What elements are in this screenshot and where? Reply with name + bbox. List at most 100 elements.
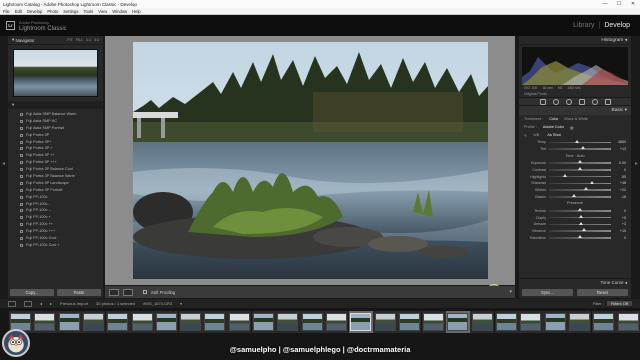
histogram-header[interactable]: Histogram ◂ (519, 36, 631, 45)
slider-value[interactable]: +22 (614, 188, 626, 192)
preset-item[interactable]: Fuji Portra 3P Portrait (20, 187, 103, 194)
preset-item[interactable]: Fuji Portra 3P +++ (20, 159, 103, 166)
menu-photo[interactable]: Photo (47, 9, 58, 14)
slider-knob[interactable] (562, 173, 567, 177)
slider-track[interactable] (549, 160, 611, 164)
filmstrip-thumbnail[interactable] (82, 313, 104, 331)
slider-track[interactable] (549, 167, 611, 171)
slider-knob[interactable] (581, 146, 586, 150)
filmstrip-thumbnail[interactable] (107, 313, 129, 331)
wb-eyedropper-icon[interactable]: ✎ (524, 133, 527, 138)
preset-item[interactable]: Fuji Astia SMP HC (20, 118, 103, 125)
slider-track[interactable] (549, 208, 611, 212)
filmstrip-thumbnail[interactable] (34, 313, 56, 331)
slider-track[interactable] (549, 146, 611, 150)
main-window-icon[interactable] (8, 300, 16, 307)
graduated-filter-icon[interactable] (578, 98, 585, 105)
left-panel-toggle-icon[interactable]: ◂ (1, 160, 6, 172)
preset-item[interactable]: Fuji FP-100c - (20, 201, 103, 208)
filmstrip-thumbnail[interactable] (398, 313, 420, 331)
slider-knob[interactable] (579, 214, 584, 218)
preset-item[interactable]: Fuji Portra 3P + (20, 145, 103, 152)
filmstrip-thumbnail[interactable] (374, 313, 396, 331)
before-after-icon[interactable] (123, 288, 133, 296)
filmstrip-thumbnail[interactable] (180, 313, 202, 331)
filmstrip-thumbnail[interactable] (204, 313, 226, 331)
slider-knob[interactable] (578, 167, 582, 171)
preset-item[interactable]: Fuji FP-100c + (20, 214, 103, 221)
preset-item[interactable]: Fuji FP-100c (20, 194, 103, 201)
slider-knob[interactable] (578, 208, 582, 212)
slider-track[interactable] (549, 139, 611, 144)
maximize-button[interactable]: ☐ (612, 0, 626, 8)
filmstrip-thumbnail[interactable] (228, 313, 250, 331)
slider-track[interactable] (549, 180, 611, 185)
soft-proofing-checkbox[interactable] (143, 290, 147, 294)
menu-help[interactable]: Help (132, 9, 141, 14)
slider-value[interactable]: 0.00 (614, 161, 626, 165)
profile-dropdown[interactable]: Adobe Color (543, 125, 564, 129)
wb-dropdown[interactable]: As Shot (547, 133, 560, 137)
filmstrip-source[interactable]: Previous Import (60, 301, 88, 306)
menu-window[interactable]: Window (112, 9, 127, 14)
minimize-button[interactable]: — (598, 0, 612, 8)
preset-item[interactable]: Fuji Portra 3P Balance Cool (20, 166, 103, 173)
filmstrip-thumbnail[interactable] (593, 313, 615, 331)
module-develop[interactable]: Develop (604, 22, 630, 29)
preset-item[interactable]: Fuji Astia SMP Portrait (20, 125, 103, 132)
menu-tools[interactable]: Tools (83, 9, 93, 14)
navigator-header[interactable]: ▾ Navigator FIT FILL 1:1 3:1 (8, 36, 103, 45)
forward-arrow-icon[interactable]: ▸ (50, 301, 52, 306)
slider-value[interactable]: +3 (614, 222, 626, 226)
zoom-fit[interactable]: FIT (67, 38, 72, 42)
preset-item[interactable]: Fuji Portra 3P (20, 132, 103, 139)
slider-value[interactable]: 0 (614, 168, 626, 172)
tone-auto-button[interactable]: Auto (577, 154, 585, 158)
slider-value[interactable]: +15 (614, 229, 626, 233)
slider-knob[interactable] (578, 160, 582, 164)
main-photo[interactable] (133, 42, 488, 279)
zoom-3-1[interactable]: 3:1 (94, 38, 99, 42)
copy-button[interactable]: Copy... (10, 289, 54, 296)
preset-item[interactable]: Fuji FP-100c Cool + (20, 242, 103, 249)
menu-develop[interactable]: Develop (27, 9, 42, 14)
adjustment-brush-icon[interactable] (604, 98, 611, 105)
filmstrip-dropdown-icon[interactable]: ▾ (180, 301, 182, 306)
filmstrip-thumbnail[interactable] (568, 313, 590, 331)
navigator-preview[interactable] (13, 49, 98, 97)
slider-track[interactable] (549, 194, 611, 198)
toolbar-menu-icon[interactable]: ▾ (509, 289, 512, 295)
filmstrip-thumbnail[interactable] (325, 313, 347, 331)
slider-knob[interactable] (571, 194, 576, 198)
menu-file[interactable]: File (3, 9, 10, 14)
slider-value[interactable]: 0 (614, 236, 626, 240)
slider-knob[interactable] (578, 221, 583, 225)
loupe-view-icon[interactable] (109, 288, 119, 296)
slider-knob[interactable] (581, 228, 586, 232)
filmstrip-thumbnail[interactable] (496, 313, 517, 331)
slider-knob[interactable] (574, 139, 579, 143)
second-window-icon[interactable] (24, 300, 32, 307)
slider-value[interactable]: +5 (614, 216, 626, 220)
preset-item[interactable]: Fuji FP-100c Cool (20, 235, 103, 242)
filmstrip-thumbnail[interactable] (277, 313, 299, 331)
filter-dropdown[interactable]: Filters Off (606, 301, 632, 306)
slider-track[interactable] (549, 221, 611, 226)
preset-item[interactable]: Fuji Portra 3P+ (20, 139, 103, 146)
slider-value[interactable]: 4850 (614, 140, 626, 144)
tone-curve-header[interactable]: Tone Curve ◂ (519, 278, 631, 286)
slider-value[interactable]: 0 (614, 209, 626, 213)
slider-track[interactable] (549, 187, 611, 191)
menu-view[interactable]: View (98, 9, 107, 14)
filmstrip-thumbnail[interactable] (471, 313, 493, 331)
slider-track[interactable] (549, 235, 611, 239)
slider-value[interactable]: -55 (614, 175, 626, 179)
slider-value[interactable]: +13 (614, 147, 626, 151)
slider-knob[interactable] (590, 180, 595, 184)
treatment-color[interactable]: Color (549, 117, 558, 121)
filmstrip-thumbnail[interactable] (423, 313, 445, 331)
reset-button[interactable]: Reset (577, 289, 628, 296)
filmstrip-thumbnail[interactable] (155, 313, 177, 331)
slider-track[interactable] (549, 228, 611, 232)
slider-track[interactable] (549, 214, 611, 219)
